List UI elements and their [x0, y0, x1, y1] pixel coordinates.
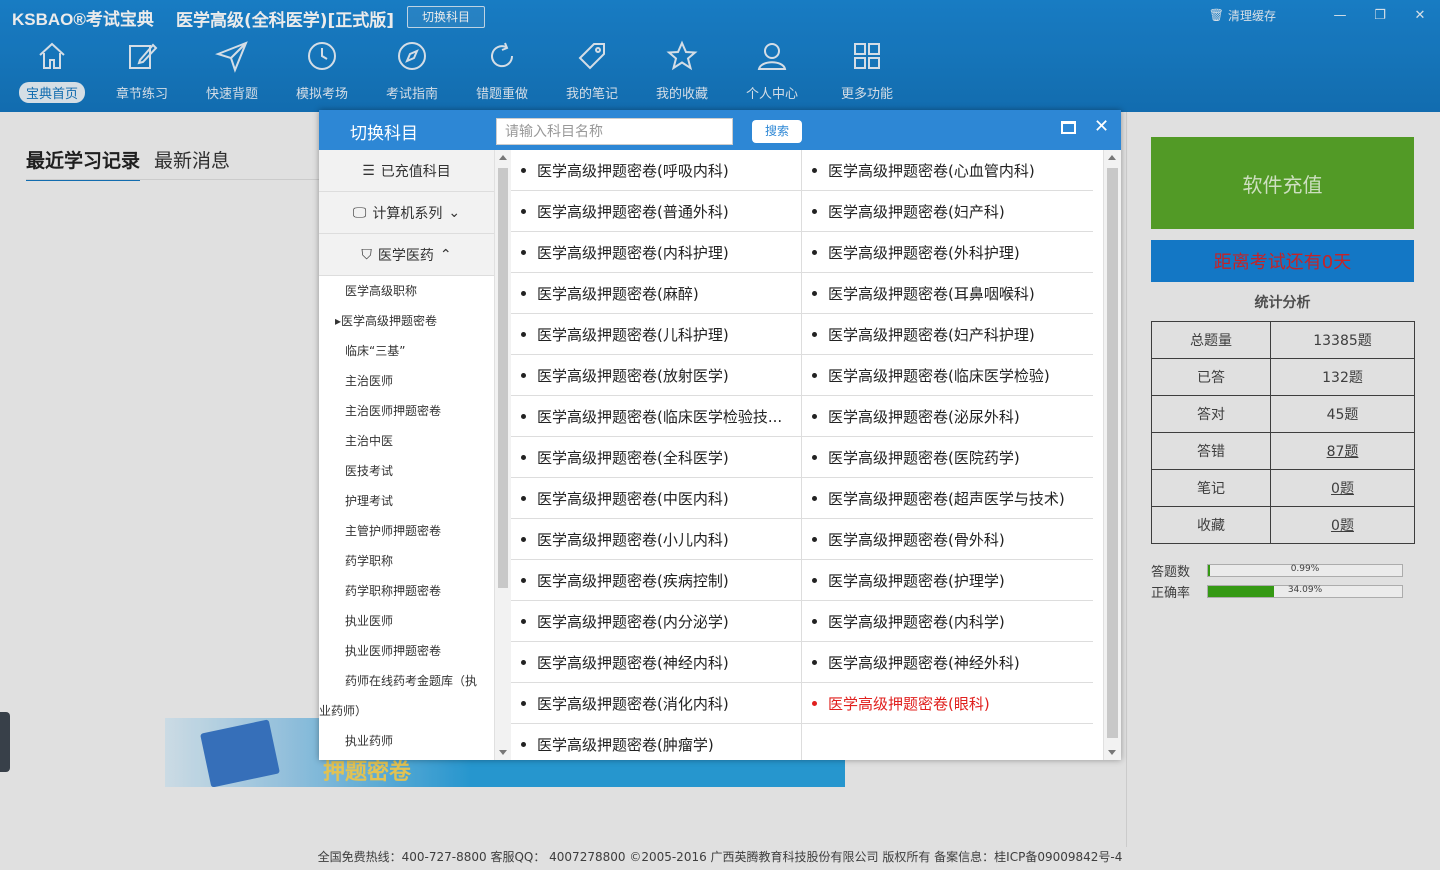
table-row: 医学高级押题密卷(中医内科) 医学高级押题密卷(超声医学与技术)	[511, 478, 1093, 519]
subject-grid: 医学高级押题密卷(呼吸内科) 医学高级押题密卷(心血管内科) 医学高级押题密卷(普通…	[511, 150, 1093, 760]
sidebar-subitem[interactable]: 执业药师	[319, 726, 494, 756]
sidebar-subitem[interactable]: 药学职称押题密卷	[319, 576, 494, 606]
subject-item[interactable]: 医学高级押题密卷(小儿内科)	[511, 519, 802, 560]
subject-item[interactable]: 医学高级押题密卷(消化内科)	[511, 683, 802, 724]
sidebar-subitem[interactable]: 医技考试	[319, 456, 494, 486]
scroll-down-icon[interactable]	[499, 750, 507, 755]
subject-item[interactable]: 医学高级押题密卷(妇产科)	[802, 191, 1093, 232]
sidebar-item-purchased[interactable]: ☰ 已充值科目	[319, 150, 494, 192]
subject-item[interactable]: 医学高级押题密卷(神经内科)	[511, 642, 802, 683]
table-row: 医学高级押题密卷(普通外科) 医学高级押题密卷(妇产科)	[511, 191, 1093, 232]
subject-item[interactable]: 医学高级押题密卷(护理学)	[802, 560, 1093, 601]
table-row: 医学高级押题密卷(麻醉) 医学高级押题密卷(耳鼻咽喉科)	[511, 273, 1093, 314]
subject-item[interactable]: 医学高级押题密卷(心血管内科)	[802, 150, 1093, 191]
search-button[interactable]: 搜索	[752, 120, 802, 143]
scroll-thumb[interactable]	[498, 168, 508, 588]
sidebar-subitem[interactable]: 护理考试	[319, 486, 494, 516]
sidebar-item-computer[interactable]: 🖵 计算机系列 ⌄	[319, 192, 494, 234]
subject-item[interactable]: 医学高级押题密卷(超声医学与技术)	[802, 478, 1093, 519]
subject-item[interactable]: 医学高级押题密卷(肿瘤学)	[511, 724, 802, 760]
sidebar-group-label: 医学医药	[377, 247, 434, 264]
sidebar-subitem[interactable]: 主治医师押题密卷	[319, 396, 494, 426]
sidebar-subitem[interactable]: 执业医师	[319, 606, 494, 636]
table-row: 医学高级押题密卷(肿瘤学)	[511, 724, 1093, 760]
subject-item[interactable]: 医学高级押题密卷(临床医学检验技...	[511, 396, 802, 437]
subject-item[interactable]: 医学高级押题密卷(外科护理)	[802, 232, 1093, 273]
shield-icon: ⛉	[361, 246, 372, 263]
sidebar-group-label: 计算机系列	[372, 205, 443, 222]
subject-item[interactable]: 医学高级押题密卷(泌尿外科)	[802, 396, 1093, 437]
switch-subject-dialog: 切换科目 搜索 ✕ ☰ 已充值科目 🖵 计算机系列 ⌄ ⛉ 医学医药 ⌃ 医学高…	[319, 110, 1121, 760]
monitor-icon: 🖵	[352, 204, 367, 221]
subject-item[interactable]: 医学高级押题密卷(神经外科)	[802, 642, 1093, 683]
empty-cell	[802, 724, 1093, 760]
subject-item[interactable]: 医学高级押题密卷(放射医学)	[511, 355, 802, 396]
maximize-icon[interactable]	[1061, 121, 1076, 134]
sidebar-subitem[interactable]: 主管护师押题密卷	[319, 516, 494, 546]
table-row: 医学高级押题密卷(内分泌学) 医学高级押题密卷(内科学)	[511, 601, 1093, 642]
category-sidebar: ☰ 已充值科目 🖵 计算机系列 ⌄ ⛉ 医学医药 ⌃ 医学高级职称 ▸医学高级押…	[319, 150, 494, 760]
subject-item[interactable]: 医学高级押题密卷(妇产科护理)	[802, 314, 1093, 355]
table-row: 医学高级押题密卷(消化内科) 医学高级押题密卷(眼科)	[511, 683, 1093, 724]
subject-item[interactable]: 医学高级押题密卷(医院药学)	[802, 437, 1093, 478]
scroll-up-icon[interactable]	[499, 155, 507, 160]
subject-item[interactable]: 医学高级押题密卷(临床医学检验)	[802, 355, 1093, 396]
subject-item[interactable]: 医学高级押题密卷(内分泌学)	[511, 601, 802, 642]
sidebar-subitem[interactable]: 医学高级职称	[319, 276, 494, 306]
table-row: 医学高级押题密卷(放射医学) 医学高级押题密卷(临床医学检验)	[511, 355, 1093, 396]
sidebar-subitem[interactable]: 临床“三基”	[319, 336, 494, 366]
sidebar-subitem[interactable]: 业药师）	[319, 696, 494, 726]
subject-item[interactable]: 医学高级押题密卷(全科医学)	[511, 437, 802, 478]
subject-item[interactable]: 医学高级押题密卷(中医内科)	[511, 478, 802, 519]
subject-item[interactable]: 医学高级押题密卷(疾病控制)	[511, 560, 802, 601]
table-row: 医学高级押题密卷(临床医学检验技... 医学高级押题密卷(泌尿外科)	[511, 396, 1093, 437]
subject-item[interactable]: 医学高级押题密卷(麻醉)	[511, 273, 802, 314]
sidebar-item-medicine[interactable]: ⛉ 医学医药 ⌃	[319, 234, 494, 276]
subject-item[interactable]: 医学高级押题密卷(眼科)	[802, 683, 1093, 724]
scroll-thumb[interactable]	[1107, 168, 1118, 738]
sidebar-scrollbar[interactable]	[494, 150, 511, 760]
table-row: 医学高级押题密卷(呼吸内科) 医学高级押题密卷(心血管内科)	[511, 150, 1093, 191]
sidebar-group-label: 已充值科目	[380, 163, 451, 180]
close-icon[interactable]: ✕	[1094, 116, 1109, 137]
chevron-up-icon: ⌃	[439, 246, 452, 263]
dialog-header: 切换科目 搜索 ✕	[319, 110, 1121, 150]
scroll-down-icon[interactable]	[1108, 750, 1116, 755]
table-row: 医学高级押题密卷(儿科护理) 医学高级押题密卷(妇产科护理)	[511, 314, 1093, 355]
list-icon: ☰	[362, 162, 375, 179]
scroll-up-icon[interactable]	[1108, 155, 1116, 160]
grid-scrollbar[interactable]	[1103, 150, 1121, 760]
table-row: 医学高级押题密卷(全科医学) 医学高级押题密卷(医院药学)	[511, 437, 1093, 478]
sidebar-subitem[interactable]: 药师在线药考金题库（执	[319, 666, 494, 696]
subject-item[interactable]: 医学高级押题密卷(骨外科)	[802, 519, 1093, 560]
sidebar-subitem-selected[interactable]: ▸医学高级押题密卷	[319, 306, 494, 336]
subject-item[interactable]: 医学高级押题密卷(耳鼻咽喉科)	[802, 273, 1093, 314]
sidebar-subitem[interactable]: 主治医师	[319, 366, 494, 396]
table-row: 医学高级押题密卷(疾病控制) 医学高级押题密卷(护理学)	[511, 560, 1093, 601]
subject-item[interactable]: 医学高级押题密卷(呼吸内科)	[511, 150, 802, 191]
subject-item[interactable]: 医学高级押题密卷(内科学)	[802, 601, 1093, 642]
subject-item[interactable]: 医学高级押题密卷(儿科护理)	[511, 314, 802, 355]
sidebar-subitem[interactable]: 执业医师押题密卷	[319, 636, 494, 666]
table-row: 医学高级押题密卷(内科护理) 医学高级押题密卷(外科护理)	[511, 232, 1093, 273]
subject-item[interactable]: 医学高级押题密卷(内科护理)	[511, 232, 802, 273]
dialog-title: 切换科目	[350, 124, 418, 144]
subject-search-input[interactable]	[496, 118, 733, 145]
table-row: 医学高级押题密卷(小儿内科) 医学高级押题密卷(骨外科)	[511, 519, 1093, 560]
table-row: 医学高级押题密卷(神经内科) 医学高级押题密卷(神经外科)	[511, 642, 1093, 683]
sidebar-subitem[interactable]: 药学职称	[319, 546, 494, 576]
subject-item[interactable]: 医学高级押题密卷(普通外科)	[511, 191, 802, 232]
sidebar-subitem[interactable]: 主治中医	[319, 426, 494, 456]
chevron-down-icon: ⌄	[448, 204, 461, 221]
